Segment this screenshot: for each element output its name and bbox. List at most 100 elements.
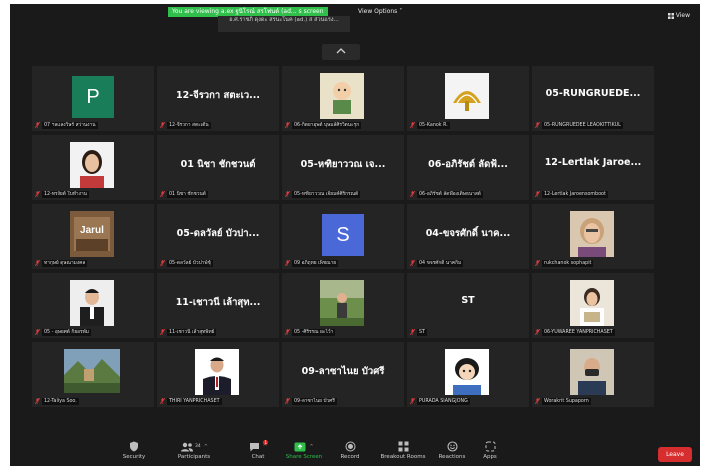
participant-photo: [570, 349, 614, 395]
participant-name-label: 05-ดลวัลย์ บัวปาพ์ชุ์: [160, 259, 213, 267]
chat-button[interactable]: ^ 1 Chat: [234, 440, 282, 464]
collapse-gallery-button[interactable]: [322, 44, 360, 60]
svg-text:Jarul: Jarul: [80, 225, 104, 236]
participant-name-label: 12-ทรงัยต์ ใบทำงาน: [35, 190, 89, 198]
participant-photo: Jarul: [70, 211, 114, 257]
participant-display-name: 12-จีรวกา สตะเว...: [175, 90, 261, 101]
viewing-sub-text: อ.ศ.ราชภิ ดุงดะ สรนะโนค (ad.) ส ส่วนแรง.…: [229, 17, 339, 23]
participant-name-label: 09 อภิฤทย เพ็ชณาย: [285, 259, 339, 267]
participant-name-text: 07 ฯลแลงวิษร์ สว่านงาน: [42, 121, 98, 129]
participant-name-label: rukchanok sophapit: [535, 259, 594, 267]
share-screen-button[interactable]: ^ Share Screen: [278, 440, 330, 464]
participant-tile[interactable]: 06-อภิรัชต์ ลัดฟ้... 06-อภิรัชต์ ลัดฟ้องเ…: [407, 135, 529, 200]
apps-button[interactable]: Apps: [466, 440, 514, 464]
participant-tile[interactable]: 12-Taliya Soo.: [32, 342, 154, 407]
view-options-button[interactable]: View Options ˅: [358, 8, 402, 15]
participant-tile[interactable]: 05-RUNGRUEDE... 05-RUNGRUEDEE LEAOKITTIKU…: [532, 66, 654, 131]
participant-tile[interactable]: 05-หฑิยาววณ เจ... 05-หฑิยาววณ เจ้ยมค์ศิริ…: [282, 135, 404, 200]
participant-tile[interactable]: PURADA SIANGJONG: [407, 342, 529, 407]
participant-name-label: PURADA SIANGJONG: [410, 397, 470, 405]
security-button[interactable]: Security: [110, 440, 158, 464]
participant-name-text: ทากุษย์ ดุษณามงคล: [42, 259, 88, 267]
grid-view-icon: [667, 12, 674, 19]
participant-tile[interactable]: 05-Kanok R.: [407, 66, 529, 131]
participant-gallery: P 07 ฯลแลงวิษร์ สว่านงาน 12-จีรวกา สตะเว..…: [32, 66, 678, 407]
participant-tile[interactable]: Jarul ทากุษย์ ดุษณามงคล: [32, 204, 154, 269]
participant-name-text: 06-YUWAREE YANPRICHASET: [542, 328, 615, 336]
zoom-meeting-window: You are viewing a.ex ฐนิโรณ์ สรโฟนด์ (ad…: [10, 4, 700, 466]
participant-name-text: rukchanok sophapit: [542, 259, 594, 267]
participant-tile[interactable]: 06-YUWAREE YANPRICHASET: [532, 273, 654, 338]
participant-tile[interactable]: ST ST: [407, 273, 529, 338]
participant-name-label: ST: [410, 328, 427, 336]
leave-label: Leave: [666, 451, 684, 458]
view-button[interactable]: View: [667, 12, 690, 19]
participant-photo: [195, 349, 239, 395]
breakout-rooms-button[interactable]: Breakout Rooms: [374, 440, 432, 464]
participants-button[interactable]: 34 ^ Participants: [166, 440, 222, 464]
leave-button[interactable]: Leave: [658, 447, 692, 462]
muted-microphone-icon: [160, 122, 165, 128]
participant-name-text: 05-Kanok R.: [417, 121, 450, 129]
participant-name-label: 07 ฯลแลงวิษร์ สว่านงาน: [35, 121, 98, 129]
participant-photo: [570, 280, 614, 326]
participant-tile[interactable]: 11-เชาวนี เล้าสุท... 11-เชาวนี เล้าสุทพิท…: [157, 273, 279, 338]
participant-tile[interactable]: 01 นิชา ชักชวนต์ 01 นิชา ชักชวนต์: [157, 135, 279, 200]
participant-name-label: 04 ขจรศักดิ์ นาคกิม: [410, 259, 464, 267]
muted-microphone-icon: [160, 191, 165, 197]
participant-tile[interactable]: THIRI YANPRICHASET: [157, 342, 279, 407]
muted-microphone-icon: [535, 329, 540, 335]
participant-name-text: 12-Lertlak Jaroensomboot: [542, 190, 608, 198]
participant-tile[interactable]: 05-ดลวัลย์ บัวปา... 05-ดลวัลย์ บัวปาพ์ชุ์: [157, 204, 279, 269]
viewing-banner-text: You are viewing a.ex ฐนิโรณ์ สรโฟนด์ (ad…: [172, 8, 324, 15]
participant-tile[interactable]: 05 -ศิริรรณ ผะไว้า: [282, 273, 404, 338]
muted-microphone-icon: [285, 191, 290, 197]
record-button[interactable]: Record: [326, 440, 374, 464]
participant-photo: [445, 349, 489, 395]
muted-microphone-icon: [535, 191, 540, 197]
reactions-icon: [446, 441, 458, 452]
participant-tile[interactable]: P 07 ฯลแลงวิษร์ สว่านงาน: [32, 66, 154, 131]
participant-tile[interactable]: 04-ขจรศักดิ์ นาค... 04 ขจรศักดิ์ นาคกิม: [407, 204, 529, 269]
participant-photo: [70, 142, 114, 188]
participant-tile[interactable]: 05 - อุษยศต์ ก็ยอรพัม: [32, 273, 154, 338]
participant-name-text: 12-Taliya Soo.: [42, 397, 79, 405]
participant-name-label: 05-RUNGRUEDEE LEAOKITTIKUL: [535, 121, 623, 129]
participant-name-text: 11-เชาวนี เล้าสุทพิทย์: [167, 328, 217, 336]
participant-tile[interactable]: 09-ลาซาไนย บัวศรี 09-ลาซาไนย บัวศรี: [282, 342, 404, 407]
participant-name-label: 12-Taliya Soo.: [35, 397, 79, 405]
muted-microphone-icon: [410, 329, 415, 335]
participant-tile[interactable]: 12-จีรวกา สตะเว... 12-จีรวกา สตะเต้น: [157, 66, 279, 131]
participant-name-label: 05-หฑิยาววณ เจ้ยมค์ศิริกรณต์: [285, 190, 361, 198]
participant-display-name: 11-เชาวนี เล้าสุท...: [175, 297, 261, 308]
muted-microphone-icon: [410, 191, 415, 197]
participants-count: 34: [195, 444, 201, 449]
participant-name-text: 06-กิตยาอุพต์ บุษมล์ศิรวิตนะรุก: [292, 121, 362, 129]
participant-tile[interactable]: 12-ทรงัยต์ ใบทำงาน: [32, 135, 154, 200]
participant-tile[interactable]: S 09 อภิฤทย เพ็ชณาย: [282, 204, 404, 269]
muted-microphone-icon: [285, 398, 290, 404]
participant-name-label: 06-YUWAREE YANPRICHASET: [535, 328, 615, 336]
muted-microphone-icon: [35, 260, 40, 266]
participant-tile[interactable]: Worakrit Supaporn: [532, 342, 654, 407]
muted-microphone-icon: [285, 329, 290, 335]
muted-microphone-icon: [35, 191, 40, 197]
participants-label: Participants: [177, 454, 211, 460]
muted-microphone-icon: [285, 260, 290, 266]
muted-microphone-icon: [160, 398, 165, 404]
share-screen-label: Share Screen: [285, 454, 323, 460]
participant-tile[interactable]: 06-กิตยาอุพต์ บุษมล์ศิรวิตนะรุก: [282, 66, 404, 131]
top-bar: You are viewing a.ex ฐนิโรณ์ สรโฟนด์ (ad…: [10, 4, 700, 34]
participant-name-text: 05 -ศิริรรณ ผะไว้า: [292, 328, 336, 336]
participant-name-text: 05-หฑิยาววณ เจ้ยมค์ศิริกรณต์: [292, 190, 361, 198]
participant-display-name: 12-Lertlak Jaroe...: [544, 157, 642, 168]
share-screen-icon: [294, 442, 306, 451]
participant-name-label: 06-กิตยาอุพต์ บุษมล์ศิรวิตนะรุก: [285, 121, 362, 129]
participant-name-text: 09 อภิฤทย เพ็ชณาย: [292, 259, 339, 267]
participant-tile[interactable]: 12-Lertlak Jaroe... 12-Lertlak Jaroensomb…: [532, 135, 654, 200]
participant-name-text: 12-จีรวกา สตะเต้น: [167, 121, 211, 129]
muted-microphone-icon: [35, 398, 40, 404]
participant-name-text: 04 ขจรศักดิ์ นาคกิม: [417, 259, 464, 267]
participant-tile[interactable]: rukchanok sophapit: [532, 204, 654, 269]
meeting-toolbar: Security 34 ^ Participants ^ 1 Chat ^ Sha…: [10, 438, 700, 466]
